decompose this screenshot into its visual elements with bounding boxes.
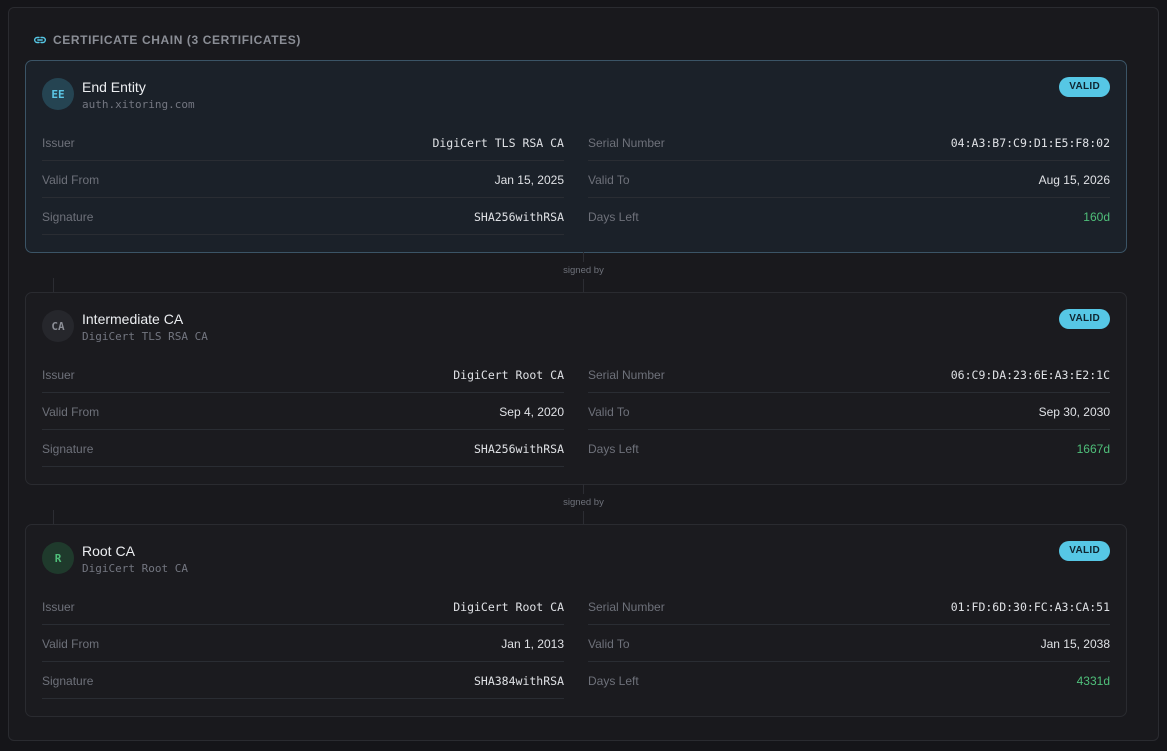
field-value: SHA384withRSA [473, 673, 564, 688]
field-serial-number: Serial Number 01:FD:6D:30:FC:A3:CA:51 [588, 589, 1110, 625]
certificate-fields: Issuer DigiCert Root CA Serial Number 06… [42, 357, 1110, 468]
certificate-fields: Issuer DigiCert Root CA Serial Number 01… [42, 589, 1110, 700]
certificate-header: EE End Entity auth.xitoring.com VALID [42, 77, 1110, 114]
certificate-fields: Issuer DigiCert TLS RSA CA Serial Number… [42, 125, 1110, 236]
field-value: Sep 4, 2020 [499, 404, 564, 419]
field-value: 160d [1083, 210, 1110, 224]
field-label: Signature [42, 441, 94, 456]
field-value: DigiCert Root CA [453, 367, 564, 382]
field-valid-from: Valid From Jan 1, 2013 [42, 626, 564, 662]
field-value: 01:FD:6D:30:FC:A3:CA:51 [950, 599, 1110, 614]
field-valid-to: Valid To Jan 15, 2038 [588, 626, 1110, 662]
connector-line [53, 278, 54, 292]
field-value: DigiCert Root CA [453, 599, 564, 614]
connector-line [583, 252, 584, 262]
status-badge: VALID [1059, 309, 1110, 329]
certificate-avatar: R [42, 542, 74, 574]
field-serial-number: Serial Number 04:A3:B7:C9:D1:E5:F8:02 [588, 125, 1110, 161]
field-value: 4331d [1076, 674, 1110, 688]
field-value: Sep 30, 2030 [1038, 404, 1110, 419]
field-value: 04:A3:B7:C9:D1:E5:F8:02 [950, 135, 1110, 150]
field-value: SHA256withRSA [473, 441, 564, 456]
field-issuer: Issuer DigiCert Root CA [42, 357, 564, 393]
field-value: Jan 1, 2013 [501, 636, 564, 651]
signed-by-label: signed by [563, 497, 604, 508]
field-valid-to: Valid To Sep 30, 2030 [588, 394, 1110, 430]
certificate-name: Root CA [82, 543, 135, 559]
field-value: 06:C9:DA:23:6E:A3:E2:1C [950, 367, 1110, 382]
chain-connector: signed by [0, 484, 1167, 524]
field-label: Serial Number [588, 599, 665, 614]
field-days-left: Days Left 4331d [588, 663, 1110, 699]
field-valid-from: Valid From Jan 15, 2025 [42, 162, 564, 198]
field-value: Jan 15, 2038 [1040, 636, 1110, 651]
chain-header: CERTIFICATE CHAIN (3 CERTIFICATES) [33, 32, 301, 48]
certificate-header: R Root CA DigiCert Root CA VALID [42, 541, 1110, 578]
signed-by-label: signed by [563, 265, 604, 276]
certificate-name: End Entity [82, 79, 146, 95]
field-label: Days Left [588, 210, 639, 224]
field-days-left: Days Left 160d [588, 199, 1110, 235]
certificate-subject: DigiCert Root CA [82, 562, 188, 575]
field-label: Serial Number [588, 367, 665, 382]
field-signature: Signature SHA256withRSA [42, 431, 564, 467]
field-label: Valid From [42, 636, 100, 651]
field-label: Days Left [588, 674, 639, 688]
certificate-card-root[interactable]: R Root CA DigiCert Root CA VALID Issuer … [25, 524, 1127, 717]
field-label: Issuer [42, 599, 75, 614]
field-value: DigiCert TLS RSA CA [432, 135, 564, 150]
field-label: Signature [42, 209, 94, 224]
field-issuer: Issuer DigiCert TLS RSA CA [42, 125, 564, 161]
field-valid-from: Valid From Sep 4, 2020 [42, 394, 564, 430]
field-days-left: Days Left 1667d [588, 431, 1110, 467]
connector-line [583, 279, 584, 292]
field-valid-to: Valid To Aug 15, 2026 [588, 162, 1110, 198]
chain-connector: signed by [0, 252, 1167, 292]
field-label: Issuer [42, 367, 75, 382]
field-value: 1667d [1076, 442, 1110, 456]
certificate-card-intermediate[interactable]: CA Intermediate CA DigiCert TLS RSA CA V… [25, 292, 1127, 485]
field-signature: Signature SHA384withRSA [42, 663, 564, 699]
certificate-avatar: CA [42, 310, 74, 342]
certificate-avatar: EE [42, 78, 74, 110]
field-signature: Signature SHA256withRSA [42, 199, 564, 235]
field-label: Valid To [588, 172, 630, 187]
field-label: Valid To [588, 636, 630, 651]
field-label: Signature [42, 673, 94, 688]
certificate-header: CA Intermediate CA DigiCert TLS RSA CA V… [42, 309, 1110, 346]
field-label: Valid From [42, 404, 100, 419]
field-value: SHA256withRSA [473, 209, 564, 224]
certificate-card-end-entity[interactable]: EE End Entity auth.xitoring.com VALID Is… [25, 60, 1127, 253]
field-label: Serial Number [588, 135, 665, 150]
field-label: Valid From [42, 172, 100, 187]
field-label: Issuer [42, 135, 75, 150]
field-value: Jan 15, 2025 [494, 172, 564, 187]
connector-line [583, 484, 584, 494]
field-issuer: Issuer DigiCert Root CA [42, 589, 564, 625]
link-icon [33, 33, 47, 47]
status-badge: VALID [1059, 541, 1110, 561]
certificate-subject: DigiCert TLS RSA CA [82, 330, 208, 343]
field-label: Days Left [588, 442, 639, 456]
status-badge: VALID [1059, 77, 1110, 97]
certificate-subject: auth.xitoring.com [82, 98, 195, 111]
connector-line [53, 510, 54, 524]
field-serial-number: Serial Number 06:C9:DA:23:6E:A3:E2:1C [588, 357, 1110, 393]
chain-title: CERTIFICATE CHAIN (3 CERTIFICATES) [53, 33, 301, 47]
connector-line [583, 511, 584, 524]
field-value: Aug 15, 2026 [1038, 172, 1110, 187]
certificate-name: Intermediate CA [82, 311, 184, 327]
field-label: Valid To [588, 404, 630, 419]
